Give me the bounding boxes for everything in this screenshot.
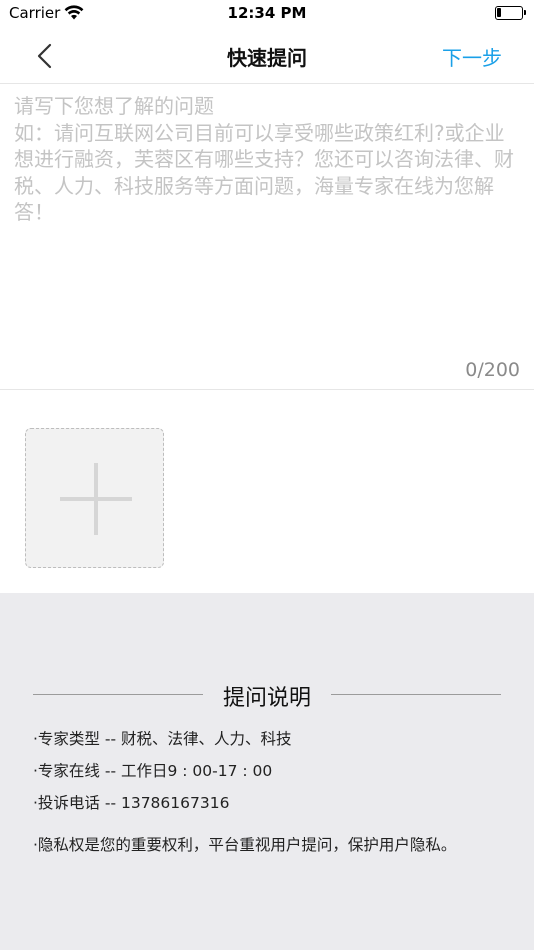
question-area: 0/200 [0,85,534,389]
next-step-button[interactable]: 下一步 [442,42,502,71]
notes-title: 提问说明 [222,686,311,711]
add-image-button[interactable] [25,428,164,568]
question-input[interactable] [14,93,524,343]
note-expert-type: ·专家类型 -- 财税、法律、人力、科技 [33,730,292,748]
status-time: 12:34 PM [227,4,307,22]
divider [0,389,534,390]
note-privacy: ·隐私权是您的重要权利，平台重视用户提问，保护用户隐私。 [33,836,457,854]
note-complaint-phone: ·投诉电话 -- 13786167316 [33,794,230,812]
plus-icon [60,463,132,535]
battery-level [497,8,501,17]
char-counter: 0/200 [465,359,520,381]
nav-bar: 快速提问 下一步 [0,28,534,84]
note-online-hours: ·专家在线 -- 工作日9 : 00-17 : 00 [33,762,273,780]
status-bar: Carrier 12:34 PM [0,0,534,28]
notes-section: 提问说明 ·专家类型 -- 财税、法律、人力、科技 ·专家在线 -- 工作日9 … [0,593,534,950]
battery-icon [495,6,526,20]
title-divider-right [331,694,501,695]
